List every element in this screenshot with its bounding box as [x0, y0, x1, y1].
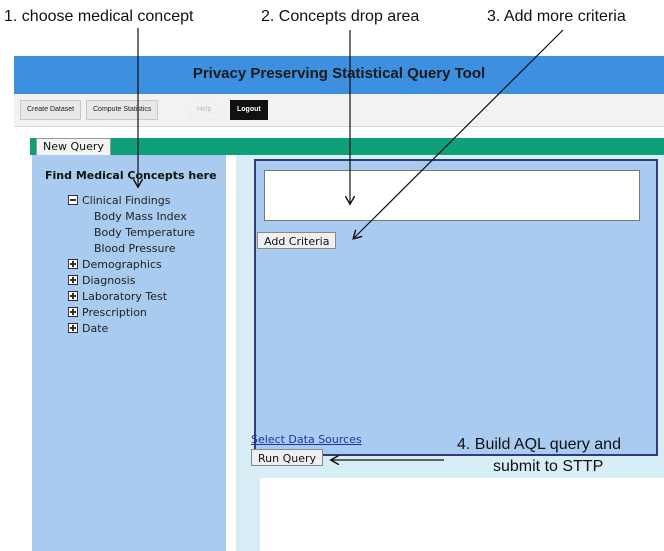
annotation-arrows [0, 28, 564, 551]
arrow-add-criteria [354, 29, 564, 238]
